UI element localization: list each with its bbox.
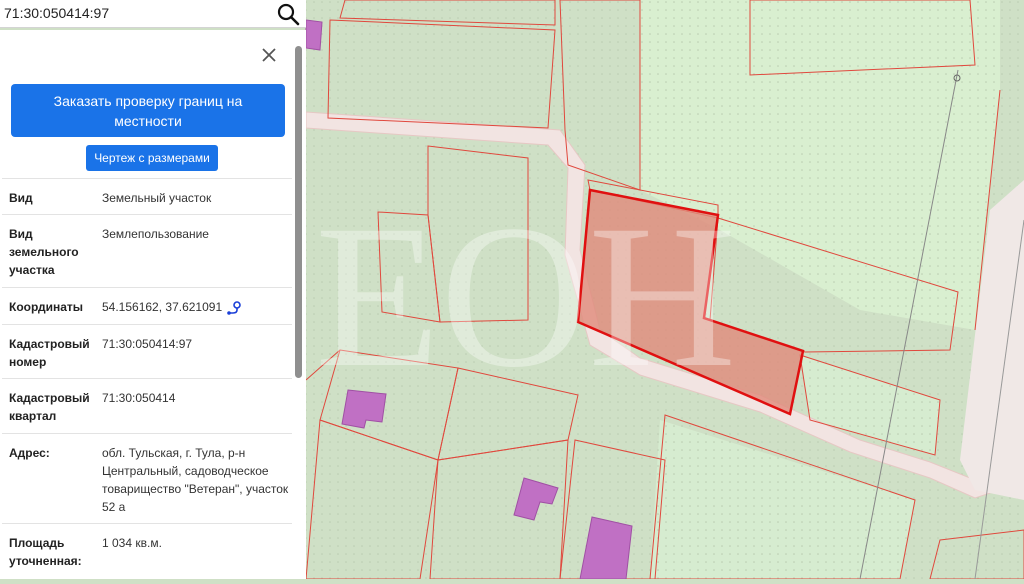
coordinates-value: 54.156162, 37.621091	[102, 300, 223, 314]
scrollbar-thumb[interactable]	[295, 46, 302, 378]
building	[305, 19, 323, 51]
close-icon	[262, 48, 276, 62]
info-value: Землепользование	[102, 227, 209, 241]
panel-scrollbar[interactable]	[294, 46, 304, 579]
info-row-area: Площадь уточненная: 1 034 кв.м.	[2, 523, 292, 579]
search-input[interactable]	[4, 3, 266, 23]
info-value: 1 034 кв.м.	[102, 536, 162, 550]
info-row-coordinates: Координаты 54.156162, 37.621091	[2, 287, 292, 325]
info-row-land-type: Вид земельного участка Землепользование	[2, 214, 292, 288]
info-value: Земельный участок	[102, 191, 212, 205]
info-value: 54.156162, 37.621091	[102, 298, 290, 316]
drawing-with-dimensions-button[interactable]: Чертеж с размерами	[86, 145, 218, 171]
info-label: Адрес:	[9, 446, 50, 460]
map-pin-route-icon[interactable]	[226, 301, 242, 315]
search-icon	[277, 3, 300, 26]
info-label: Координаты	[9, 300, 84, 314]
info-value: 71:30:050414	[102, 391, 176, 405]
info-row-cadastral-number: Кадастровый номер 71:30:050414:97	[2, 324, 292, 379]
info-row-type: Вид Земельный участок	[2, 178, 292, 215]
info-panel: Заказать проверку границ на местности Че…	[0, 30, 306, 579]
search-bar	[0, 0, 306, 28]
watermark: ЕОН	[315, 183, 736, 410]
info-value: 71:30:050414:97	[102, 337, 193, 351]
info-label: Вид земельного участка	[9, 227, 79, 277]
info-label: Вид	[9, 191, 33, 205]
info-value: обл. Тульская, г. Тула, р-н Центральный,…	[102, 446, 289, 514]
info-label: Кадастровый квартал	[9, 391, 90, 423]
search-button[interactable]	[272, 0, 304, 27]
info-row-address: Адрес: обл. Тульская, г. Тула, р-н Центр…	[2, 433, 292, 524]
order-boundary-check-button[interactable]: Заказать проверку границ на местности	[11, 84, 285, 137]
info-label: Площадь уточненная:	[9, 536, 82, 568]
info-label: Кадастровый номер	[9, 337, 90, 369]
info-row-cadastral-quarter: Кадастровый квартал 71:30:050414	[2, 378, 292, 434]
close-button[interactable]	[258, 44, 280, 66]
